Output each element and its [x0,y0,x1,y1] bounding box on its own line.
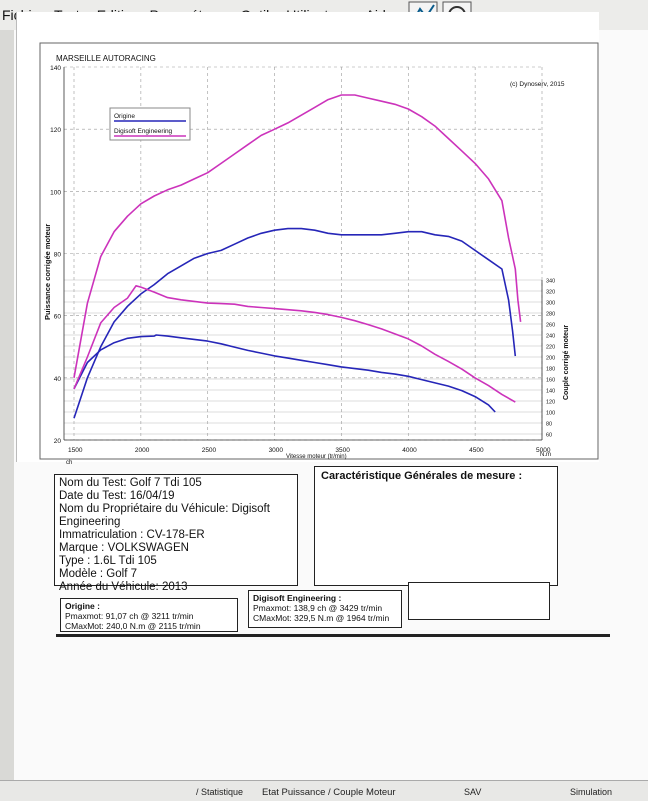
chart-copyright: (c) Dynoserv, 2015 [510,81,565,88]
info-test-date: Date du Test: 16/04/19 [59,490,175,502]
y-right-tick-label: 100 [546,411,555,417]
torque-line-origine [73,334,496,413]
legend: Origine Digisoft Engineering [109,107,191,141]
power-line-origine [73,227,517,419]
y-left-tick-label: 140 [50,65,61,72]
dyno-chart: 1500 2000 2500 3000 3500 4000 4500 500020406080… [39,42,599,466]
info-test-name: Nom du Test: Golf 7 Tdi 105 [59,477,202,489]
torque-line-digisoft [73,284,516,403]
digisoft-results-panel: Digisoft Engineering : Pmaxmot: 138,9 ch… [248,590,402,628]
x-axis-label: Vitesse moteur (tr/min) [286,454,347,460]
x-tick-label: 4500 [469,447,484,454]
origine-title: Origine : [65,601,100,611]
origine-results-panel: Origine : Pmaxmot: 91,07 ch @ 3211 tr/mi… [60,598,238,632]
y-right-tick-label: 300 [546,301,555,307]
y-right-tick-label: 260 [546,323,555,329]
info-owner: Nom du Propriétaire du Véhicule: Digisof… [59,503,270,515]
y-left-tick-label: 20 [54,438,62,445]
y-right-tick-label: 320 [546,290,555,296]
legend-label-digisoft: Digisoft Engineering [114,128,173,135]
measurement-title: Caractéristique Générales de mesure : [321,470,523,482]
y-right-tick-label: 280 [546,312,555,318]
y-right-tick-label: 140 [546,389,555,395]
y-right-tick-label: 160 [546,378,555,384]
empty-results-panel [408,582,550,620]
y-right-tick-label: 120 [546,400,555,406]
separator-line [56,634,610,637]
y-right-tick-label: 60 [546,433,552,439]
y-left-tick-label: 120 [50,127,61,134]
y-right-tick-label: 200 [546,356,555,362]
y-left-tick-label: 100 [50,189,61,196]
y-left-tick-label: 80 [54,252,62,259]
y-left-tick-label: 60 [54,314,62,321]
digisoft-pmax: Pmaxmot: 138,9 ch @ 3429 tr/min [253,603,383,613]
y-right-tick-label: 180 [546,367,555,373]
y-axis-label-left: Puissance corrigée moteur [43,224,52,320]
tab-sav[interactable]: SAV [464,787,481,797]
y-right-tick-label: 340 [546,279,555,285]
y-right-tick-label: 220 [546,345,555,351]
info-registration: Immatriculation : CV-178-ER [59,529,205,541]
info-model: Modèle : Golf 7 [59,568,137,580]
digisoft-title: Digisoft Engineering : [253,593,342,603]
y-right-tick-label: 80 [546,422,552,428]
y-right-tick-label: 240 [546,334,555,340]
tab-bar: / Statistique Etat Puissance / Couple Mo… [0,780,648,801]
chart-title: MARSEILLE AUTORACING [56,54,156,63]
y-axis-label-right: Couple corrigé moteur [563,325,570,400]
x-tick-label: 4000 [402,447,417,454]
x-tick-label: 1500 [68,447,83,454]
vehicle-info-panel: Nom du Test: Golf 7 Tdi 105 Date du Test… [54,474,298,593]
info-brand: Marque : VOLKSWAGEN [59,542,189,554]
x-tick-label: 3500 [335,447,350,454]
x-tick-label: 3000 [269,447,284,454]
measurement-characteristics-panel: Caractéristique Générales de mesure : [314,466,558,586]
origine-cmax: CMaxMot: 240,0 N.m @ 2115 tr/min [65,621,201,631]
legend-label-origine: Origine [114,113,135,120]
x-unit-right: N.m [540,452,551,458]
tab-simulation[interactable]: Simulation [570,787,612,797]
x-tick-label: 2000 [135,447,150,454]
tab-statistique[interactable]: / Statistique [196,787,243,797]
x-unit-left: ch [66,460,72,466]
tab-etat-puissance[interactable]: Etat Puissance / Couple Moteur [262,787,396,798]
origine-pmax: Pmaxmot: 91,07 ch @ 3211 tr/min [65,611,194,621]
digisoft-cmax: CMaxMot: 329,5 N.m @ 1964 tr/min [253,613,390,623]
x-tick-label: 2500 [202,447,217,454]
y-left-tick-label: 40 [54,376,62,383]
info-type: Type : 1.6L Tdi 105 [59,555,157,567]
info-owner-cont: Engineering [59,516,121,528]
